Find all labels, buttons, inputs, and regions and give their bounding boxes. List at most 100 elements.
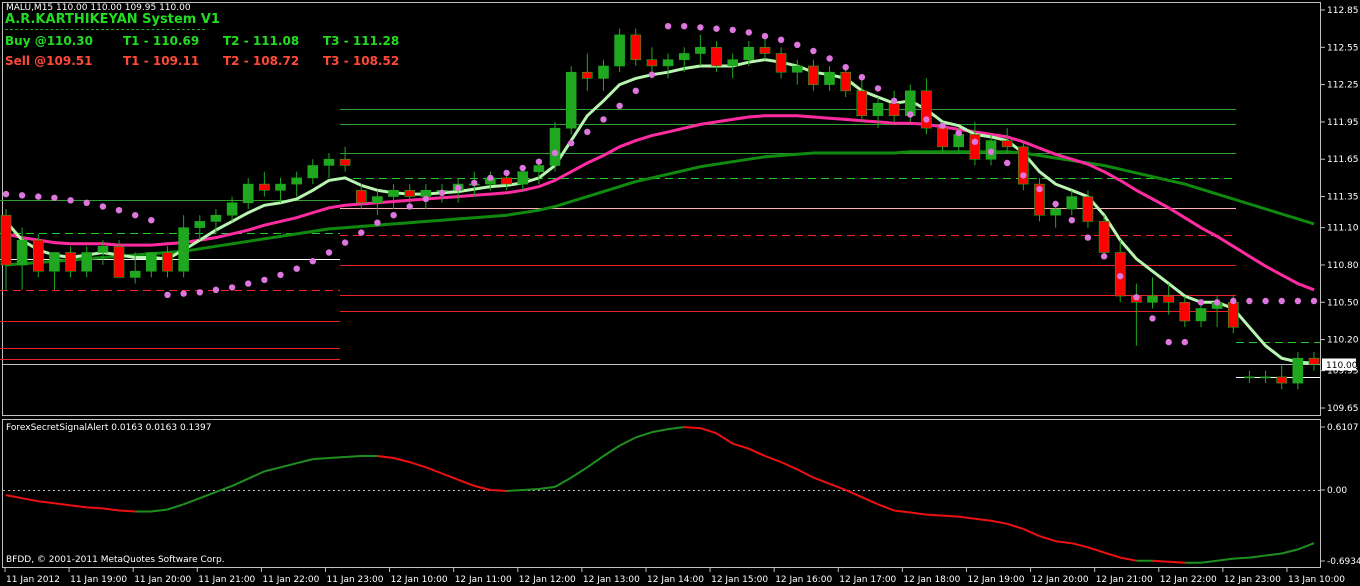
candle-body-33 [533, 165, 545, 172]
psar-dot-1 [18, 192, 26, 199]
candle-body-73 [1179, 301, 1191, 322]
candle-body-78 [1260, 376, 1271, 379]
psar-dot-22 [358, 229, 365, 236]
candle-body-38 [614, 34, 625, 67]
candle-body-72 [1163, 295, 1174, 303]
psar-dot-33 [535, 158, 543, 165]
psar-dot-44 [713, 25, 720, 32]
candle-body-42 [678, 53, 690, 60]
candle-body-68 [1098, 221, 1110, 253]
psar-dot-61 [987, 148, 995, 155]
psar-dot-38 [616, 102, 623, 110]
candle-body-46 [743, 46, 755, 60]
psar-dot-3 [51, 194, 58, 201]
psar-dot-26 [422, 195, 430, 203]
candle-body-24 [388, 190, 399, 197]
indicator-seg-8 [118, 509, 136, 513]
current-price-label: 110.00 [1326, 361, 1358, 371]
buy-t3: T3 - 111.28 [323, 34, 400, 48]
indicator-seg-21 [328, 456, 346, 459]
psar-dot-5 [83, 199, 90, 206]
candle-body-76 [1228, 301, 1239, 328]
copyright: BFDD, © 2001-2011 MetaQuotes Software Co… [6, 555, 225, 565]
psar-dot-23 [374, 219, 381, 226]
indicator-seg-73 [1168, 560, 1185, 564]
psar-dot-68 [1100, 253, 1108, 260]
time-label-7: 12 Jan 11:00 [455, 575, 512, 585]
candle-body-22 [355, 190, 367, 204]
indicator-seg-22 [345, 455, 362, 458]
candle-body-23 [372, 196, 383, 204]
candle-body-81 [1308, 357, 1320, 365]
candle-body-55 [888, 103, 900, 117]
psar-dot-62 [1004, 159, 1011, 167]
candle-body-66 [1066, 196, 1078, 210]
time-label-16: 12 Jan 20:00 [1032, 575, 1089, 585]
psar-dot-9 [148, 217, 155, 224]
candle-body-5 [81, 252, 92, 272]
sell-t2: T2 - 108.72 [223, 54, 300, 68]
candle-body-14 [226, 202, 238, 216]
psar-dot-13 [212, 286, 220, 293]
candle-body-44 [711, 46, 722, 67]
psar-dot-39 [632, 87, 639, 95]
candle-body-1 [16, 239, 28, 266]
psar-dot-17 [277, 271, 284, 279]
psar-dot-65 [1052, 200, 1059, 208]
psar-dot-10 [164, 291, 171, 298]
psar-dot-70 [1133, 294, 1140, 301]
psar-dot-21 [341, 239, 349, 246]
title-underline [5, 29, 205, 30]
price-label-9: 110.20 [1327, 336, 1359, 346]
indicator-seg-77 [1233, 556, 1250, 560]
candle-body-62 [1001, 140, 1013, 148]
psar-dot-77 [1246, 297, 1253, 305]
psar-dot-50 [810, 47, 817, 55]
candle-body-77 [1244, 376, 1255, 379]
candle-body-12 [194, 221, 206, 228]
candle-body-13 [210, 214, 222, 222]
sell-t1: T1 - 109.11 [123, 54, 200, 68]
candle-body-49 [791, 65, 803, 73]
candle-body-25 [404, 190, 416, 197]
sell-t3: T3 - 108.52 [323, 54, 400, 68]
psar-dot-75 [1213, 299, 1221, 306]
psar-dot-36 [584, 128, 591, 136]
psar-dot-64 [1036, 185, 1043, 193]
psar-dot-32 [519, 164, 526, 172]
indicator-seg-31 [490, 489, 507, 492]
time-label-4: 11 Jan 22:00 [262, 575, 319, 585]
candle-body-0 [0, 214, 12, 266]
candle-body-43 [695, 46, 706, 54]
ind-label-0: 0.6107 [1327, 423, 1359, 433]
psar-dot-15 [245, 280, 252, 287]
candle-body-34 [549, 127, 561, 166]
psar-dot-19 [309, 258, 316, 265]
psar-dot-81 [1310, 297, 1318, 305]
indicator-seg-33 [522, 488, 539, 491]
psar-dot-52 [842, 63, 849, 71]
psar-dot-18 [293, 265, 300, 272]
psar-dot-57 [923, 116, 930, 123]
candle-body-40 [646, 59, 658, 67]
candle-body-10 [162, 252, 173, 272]
price-label-6: 111.10 [1327, 224, 1359, 234]
psar-dot-24 [390, 212, 397, 219]
psar-dot-69 [1117, 273, 1124, 280]
psar-dot-41 [664, 23, 672, 30]
psar-dot-25 [406, 203, 413, 210]
candle-body-20 [323, 158, 335, 166]
candle-body-41 [662, 59, 674, 67]
psar-dot-73 [1181, 338, 1189, 346]
candle-body-21 [339, 158, 351, 166]
candle-body-16 [259, 183, 270, 191]
candle-body-3 [49, 252, 60, 272]
price-label-8: 110.50 [1327, 298, 1359, 308]
trading-chart[interactable]: 112.85 112.55 112.25 111.95 111.65 111.35 111.… [0, 0, 1360, 586]
candle-body-71 [1147, 295, 1158, 303]
candle-body-2 [32, 239, 44, 272]
psar-dot-2 [35, 193, 42, 200]
candle-body-11 [178, 227, 189, 272]
psar-dot-58 [939, 122, 946, 129]
psar-dot-49 [794, 41, 801, 48]
